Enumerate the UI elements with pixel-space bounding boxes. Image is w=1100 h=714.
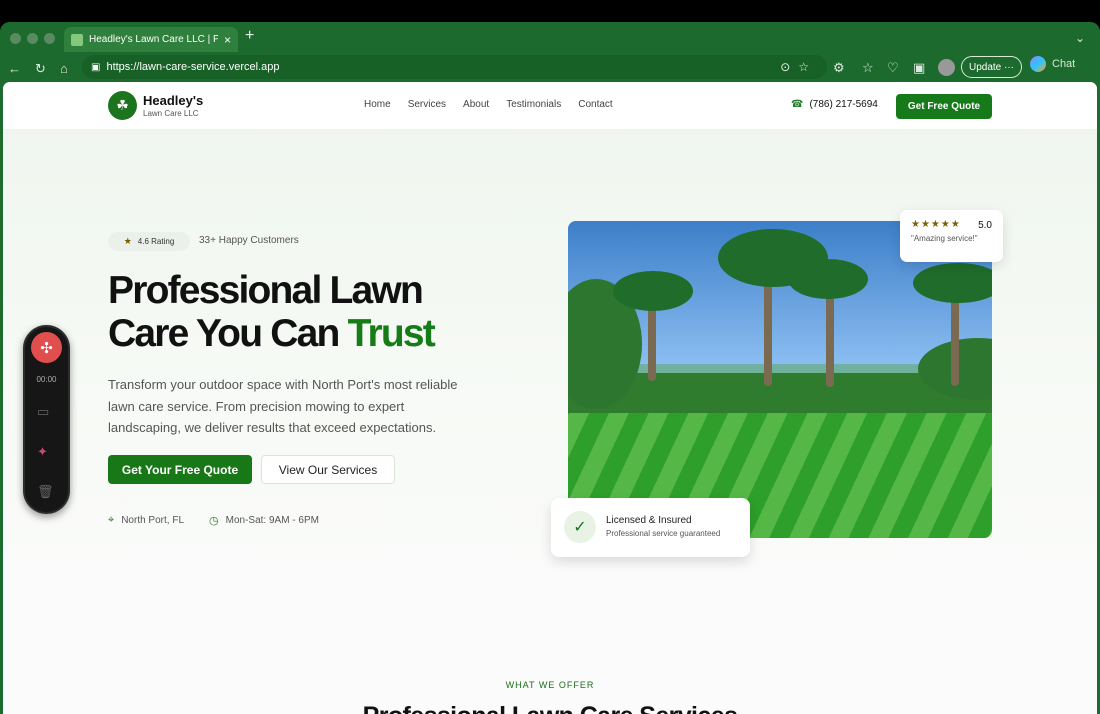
review-card: ★★★★★ 5.0 "Amazing service!" [900, 210, 1003, 262]
recording-time: 00:00 [36, 375, 57, 384]
camera-icon[interactable]: ▭ [37, 404, 49, 420]
licensed-title: Licensed & Insured [606, 515, 692, 526]
trash-icon[interactable]: 🗑 [37, 484, 54, 500]
address-actions-icon[interactable]: ⊙☆ [780, 60, 817, 74]
copilot-icon [1030, 56, 1046, 72]
licensed-card: ✓ Licensed & Insured Professional servic… [551, 498, 750, 557]
happy-customers: 33+ Happy Customers [199, 235, 299, 246]
screen-recorder: ✣ 00:00 ▭ ✦ 🗑 [23, 325, 70, 514]
browser-toolbar: Headley's Lawn Care LLC | Profe × + ⌄ ← … [0, 22, 1100, 82]
leaf-icon[interactable]: ☘ [108, 91, 137, 120]
hero-title-line2: Care You Can [108, 312, 340, 355]
check-circle-icon: ✓ [564, 511, 596, 543]
phone-icon: ☎ [791, 99, 804, 110]
free-quote-hero-button[interactable]: Get Your Free Quote [108, 455, 252, 484]
lock-icon: ▣ [91, 61, 101, 73]
chat-button[interactable]: Chat [1030, 56, 1075, 72]
new-tab-icon[interactable]: + [245, 27, 254, 45]
nav-testimonials[interactable]: Testimonials [506, 99, 561, 110]
nav-home[interactable]: Home [364, 99, 391, 110]
favorites-icon[interactable]: ☆ [862, 60, 874, 76]
review-quote: "Amazing service!" [911, 234, 978, 243]
hours-info: ◷ Mon-Sat: 9AM - 6PM [209, 514, 319, 527]
phone-number: (786) 217-5694 [809, 99, 878, 110]
location-text: North Port, FL [121, 515, 185, 526]
zoom-window-icon[interactable] [44, 33, 55, 44]
browser-window: Headley's Lawn Care LLC | Profe × + ⌄ ← … [0, 22, 1100, 714]
address-bar[interactable]: ▣ https://lawn-care-service.vercel.app ⊙… [82, 55, 827, 79]
palm-trunk [951, 291, 959, 386]
chat-label: Chat [1052, 58, 1076, 70]
extensions-icon[interactable]: ⚙ [833, 60, 845, 76]
effects-icon[interactable]: ✦ [37, 444, 48, 460]
nav-about[interactable]: About [463, 99, 489, 110]
rating-text: 4.6 Rating [137, 237, 175, 246]
update-label: Update [968, 61, 1002, 73]
tab-list-icon[interactable]: ⌄ [1069, 29, 1091, 47]
browser-essentials-icon[interactable]: ♡ [887, 60, 899, 76]
nav-contact[interactable]: Contact [578, 99, 612, 110]
collections-icon[interactable]: ▣ [913, 60, 925, 76]
hero-description: Transform your outdoor space with North … [108, 377, 458, 435]
get-free-quote-button[interactable]: Get Free Quote [896, 94, 992, 119]
star-icon: ★ [123, 236, 132, 246]
close-window-icon[interactable] [10, 33, 21, 44]
profile-avatar[interactable] [938, 59, 955, 76]
main-navigation: Home Services About Testimonials Contact [364, 99, 613, 110]
nav-services[interactable]: Services [408, 99, 446, 110]
active-tab[interactable]: Headley's Lawn Care LLC | Profe × [64, 27, 238, 52]
url-text: https://lawn-care-service.vercel.app [106, 61, 280, 73]
clock-icon: ◷ [209, 515, 219, 527]
review-score: 5.0 [978, 220, 992, 231]
services-kicker: WHAT WE OFFER [505, 680, 595, 690]
phone-link[interactable]: ☎ (786) 217-5694 [791, 99, 878, 110]
back-icon[interactable]: ← [8, 61, 21, 76]
webpage: ☘ Headley's Lawn Care LLC Home Services … [3, 82, 1097, 714]
hero-title-accent: Trust [347, 312, 436, 355]
brand-name[interactable]: Headley's [143, 93, 203, 108]
map-pin-icon: ⌖ [108, 514, 115, 526]
home-icon[interactable]: ⌂ [60, 61, 68, 76]
hero-title: Professional Lawn Care You Can Trust [108, 269, 528, 355]
hours-text: Mon-Sat: 9AM - 6PM [225, 515, 319, 526]
hero-title-line1: Professional Lawn [108, 269, 424, 312]
services-title: Professional Lawn Care Services [3, 702, 1097, 714]
lawn-photo [568, 221, 992, 538]
site-header: ☘ Headley's Lawn Care LLC Home Services … [3, 82, 1097, 129]
palm-crown [613, 271, 693, 311]
update-button[interactable]: Update ··· [961, 56, 1022, 78]
palm-crown [788, 259, 868, 299]
site-favicon-icon [71, 33, 83, 46]
reload-icon[interactable]: ↻ [35, 61, 46, 77]
tab-title: Headley's Lawn Care LLC | Profe [89, 34, 218, 45]
brand-subtitle: Lawn Care LLC [143, 109, 199, 118]
licensed-subtitle: Professional service guaranteed [606, 529, 721, 538]
minimize-window-icon[interactable] [27, 33, 38, 44]
close-tab-icon[interactable]: × [224, 33, 231, 47]
record-icon[interactable]: ✣ [31, 332, 62, 363]
location-info: ⌖ North Port, FL [108, 514, 184, 527]
view-services-button[interactable]: View Our Services [261, 455, 395, 484]
rating-badge: ★ 4.6 Rating [108, 232, 190, 251]
